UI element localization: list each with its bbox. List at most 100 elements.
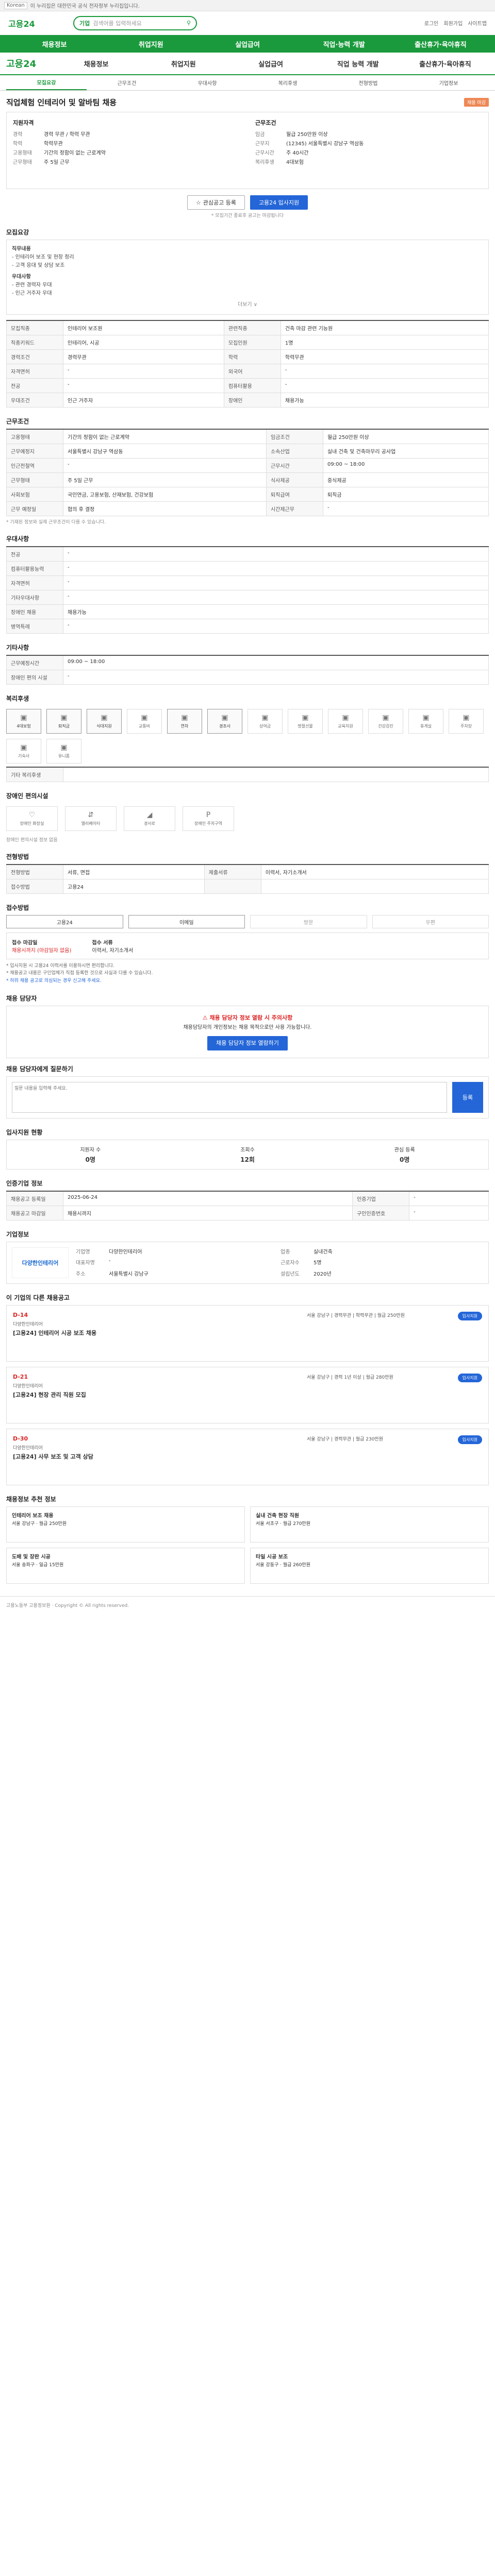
company-section: 기업정보 다양한인테리어 기업명 다양한인테리어 업종 실내건축 대표자명 - 근로자… bbox=[6, 1230, 489, 1284]
gnb-item-leave[interactable]: 출산휴가·육아휴직 bbox=[402, 59, 489, 69]
recruit-text: 직무내용 - 인테리어 보조 및 현장 정리 - 고객 응대 및 상담 보조 우… bbox=[6, 240, 489, 315]
apply-button[interactable]: 고용24 입사지원 bbox=[250, 195, 308, 210]
search-scope[interactable]: 기업 bbox=[79, 19, 90, 27]
job-due: D-30 bbox=[13, 1435, 28, 1442]
star-icon: ☆ bbox=[195, 199, 201, 206]
warning-title: ⚠ 채용 담당자 정보 열람 시 주의사항 bbox=[14, 1013, 481, 1023]
job-card-actions: 입사지원 bbox=[431, 1373, 482, 1417]
info-table: 채용공고 등록일 2025-06-24 인증기업 - 채용공고 마감일 채용시까지 구인인… bbox=[6, 1190, 489, 1221]
benefit-title: 우대사항 bbox=[6, 535, 29, 543]
welfare-icon: ▣ bbox=[382, 714, 389, 722]
rel-desc: 서울 강동구 · 월급 260만원 bbox=[256, 1562, 311, 1568]
job-apply-button[interactable]: 입사지원 bbox=[457, 1373, 482, 1382]
apply-note-line[interactable]: * 허위 채용 공고로 의심되는 경우 신고해 주세요. bbox=[6, 977, 489, 985]
welfare-label: 기숙사 bbox=[18, 754, 30, 758]
cell-value: 이력서, 자기소개서 bbox=[260, 864, 489, 879]
tab-work[interactable]: 근무조건 bbox=[87, 75, 167, 90]
status-value: 0명 bbox=[399, 1156, 410, 1163]
cell-key: 접수방법 bbox=[6, 879, 63, 894]
table-row: 우대조건 인근 거주자 장애인 채용가능 bbox=[6, 393, 489, 408]
info-key: 대표자명 bbox=[76, 1260, 95, 1266]
apply-docs: 접수 서류 이력서, 자기소개서 bbox=[92, 938, 133, 954]
welfare-label: 주차장 bbox=[460, 724, 472, 728]
welfare-label: 건강검진 bbox=[378, 724, 393, 728]
login-link[interactable]: 로그인 bbox=[424, 19, 439, 27]
job-card[interactable]: D-14 다양한인테리어 [고용24] 인테리어 시공 보조 채용 서울 강남구 |… bbox=[6, 1304, 489, 1362]
job-summary: 지원자격 경력 경력 무관 / 학력 무관 학력 학력무관 고용형태 기간의 정함이 … bbox=[6, 112, 489, 189]
gnb-item-jobs[interactable]: 채용정보 bbox=[53, 59, 140, 69]
job-title[interactable]: [고용24] 사무 보조 및 고객 상담 bbox=[13, 1453, 307, 1462]
gnb-item-training[interactable]: 직업 능력 개발 bbox=[315, 59, 402, 69]
tab-recruit[interactable]: 모집요강 bbox=[6, 75, 87, 90]
cell-value: 채용가능 bbox=[63, 604, 489, 619]
language-select[interactable]: Korean bbox=[4, 2, 27, 9]
signup-link[interactable]: 회원가입 bbox=[443, 19, 463, 27]
info-value: 5명 bbox=[314, 1260, 322, 1266]
job-title[interactable]: [고용24] 현장 관리 직원 모집 bbox=[13, 1391, 307, 1400]
view-contact-button[interactable]: 채용 담당자 정보 열람하기 bbox=[207, 1036, 288, 1050]
list-item[interactable]: 실내 건축 현장 직원 서울 서초구 · 월급 270만원 bbox=[250, 1506, 489, 1543]
job-apply-button[interactable]: 입사지원 bbox=[457, 1311, 482, 1320]
welfare-icon: ▣ bbox=[422, 714, 430, 722]
apply-method[interactable]: 방문 bbox=[250, 915, 367, 928]
contact-warning: ⚠ 채용 담당자 정보 열람 시 주의사항 채용담당자의 개인정보는 채용 목적… bbox=[6, 1006, 489, 1058]
sitemap-link[interactable]: 사이트맵 bbox=[468, 19, 487, 27]
table-row: 장애인 편의 시설 - bbox=[6, 670, 489, 685]
tab-company[interactable]: 기업정보 bbox=[408, 75, 489, 90]
nav-item-training[interactable]: 직업·능력 개발 bbox=[296, 39, 392, 49]
job-card-main: D-30 다양한인테리어 [고용24] 사무 보조 및 고객 상담 bbox=[13, 1435, 307, 1479]
qa-send-button[interactable]: 등록 bbox=[452, 1081, 483, 1113]
search-icon[interactable]: ⚲ bbox=[187, 20, 191, 26]
qa-input[interactable] bbox=[12, 1081, 447, 1113]
cell-value bbox=[260, 879, 489, 894]
apply-method[interactable]: 이메일 bbox=[128, 915, 245, 928]
list-item[interactable]: 도배 및 장판 시공 서울 송파구 · 일급 15만원 bbox=[6, 1547, 245, 1584]
cell-key: 직종키워드 bbox=[6, 335, 63, 350]
rel-title: 타일 시공 보조 bbox=[256, 1554, 288, 1560]
job-title[interactable]: [고용24] 인테리어 시공 보조 채용 bbox=[13, 1329, 307, 1338]
nav-item-leave[interactable]: 출산휴가·육아휴직 bbox=[392, 39, 489, 49]
welfare-label: 연차 bbox=[180, 724, 189, 728]
welfare-label: 4대보험 bbox=[16, 724, 31, 728]
cell-key: 식사제공 bbox=[266, 472, 323, 487]
nav-item-support[interactable]: 취업지원 bbox=[103, 39, 199, 49]
site-logo[interactable]: 고용24 bbox=[8, 17, 65, 29]
tab-welfare[interactable]: 복리후생 bbox=[248, 75, 328, 90]
company-logo[interactable]: 다양한인테리어 bbox=[12, 1247, 69, 1278]
welfare-label: 경조사 bbox=[219, 724, 231, 728]
scrap-button[interactable]: ☆ 관심공고 등록 bbox=[187, 195, 245, 210]
job-card-main: D-14 다양한인테리어 [고용24] 인테리어 시공 보조 채용 bbox=[13, 1312, 307, 1355]
gnb-item-benefit[interactable]: 실업급여 bbox=[227, 59, 314, 69]
cell-key: 전공 bbox=[6, 378, 63, 393]
gnb-brand[interactable]: 고용24 bbox=[6, 57, 53, 70]
kv-key: 경력 bbox=[13, 132, 23, 138]
cell-value: 학력무관 bbox=[280, 349, 489, 364]
job-apply-button[interactable]: 입사지원 bbox=[457, 1435, 482, 1444]
method-row: 고용24 이메일 방문 우편 bbox=[6, 915, 489, 928]
tab-process[interactable]: 전형방법 bbox=[328, 75, 408, 90]
job-card[interactable]: D-30 다양한인테리어 [고용24] 사무 보조 및 고객 상담 서울 강남구 |… bbox=[6, 1428, 489, 1485]
list-item[interactable]: 인테리어 보조 채용 서울 강남구 · 월급 250만원 bbox=[6, 1506, 245, 1543]
related-section: 이 기업의 다른 채용공고 D-14 다양한인테리어 [고용24] 인테리어 시공 … bbox=[6, 1293, 489, 1485]
gnb-item-support[interactable]: 취업지원 bbox=[140, 59, 227, 69]
cell-value: 09:00 ~ 18:00 bbox=[322, 458, 489, 473]
welfare-icon: ▣ bbox=[463, 714, 470, 722]
nav-item-benefit[interactable]: 실업급여 bbox=[199, 39, 295, 49]
welfare-tile: ▣ 유니폼 bbox=[46, 739, 81, 764]
job-company: 다양한인테리어 bbox=[13, 1321, 43, 1327]
table-row: 근무형태 주 5일 근무 식사제공 중식제공 bbox=[6, 472, 489, 487]
rel-title: 도배 및 장판 시공 bbox=[12, 1554, 51, 1560]
list-item[interactable]: 타일 시공 보조서울 강동구 · 월급 260만원 bbox=[250, 1547, 489, 1584]
job-card[interactable]: D-21 다양한인테리어 [고용24] 현장 관리 직원 모집 서울 강남구 | 경… bbox=[6, 1366, 489, 1423]
apply-method[interactable]: 고용24 bbox=[6, 915, 123, 928]
tab-benefit[interactable]: 우대사항 bbox=[167, 75, 248, 90]
cell-key: 인근전철역 bbox=[6, 458, 63, 473]
search-box[interactable]: 기업 검색어를 입력하세요 ⚲ bbox=[73, 15, 197, 30]
more-toggle[interactable]: 더보기 ∨ bbox=[12, 301, 483, 309]
apply-method[interactable]: 우편 bbox=[372, 915, 489, 928]
cell-value: - bbox=[63, 561, 489, 576]
search-input[interactable]: 검색어를 입력하세요 bbox=[93, 19, 142, 27]
facility-tile: ◢ 경사로 bbox=[124, 806, 175, 831]
table-row: 근무예정시간 09:00 ~ 18:00 bbox=[6, 655, 489, 670]
nav-item-jobs[interactable]: 채용정보 bbox=[6, 39, 103, 49]
